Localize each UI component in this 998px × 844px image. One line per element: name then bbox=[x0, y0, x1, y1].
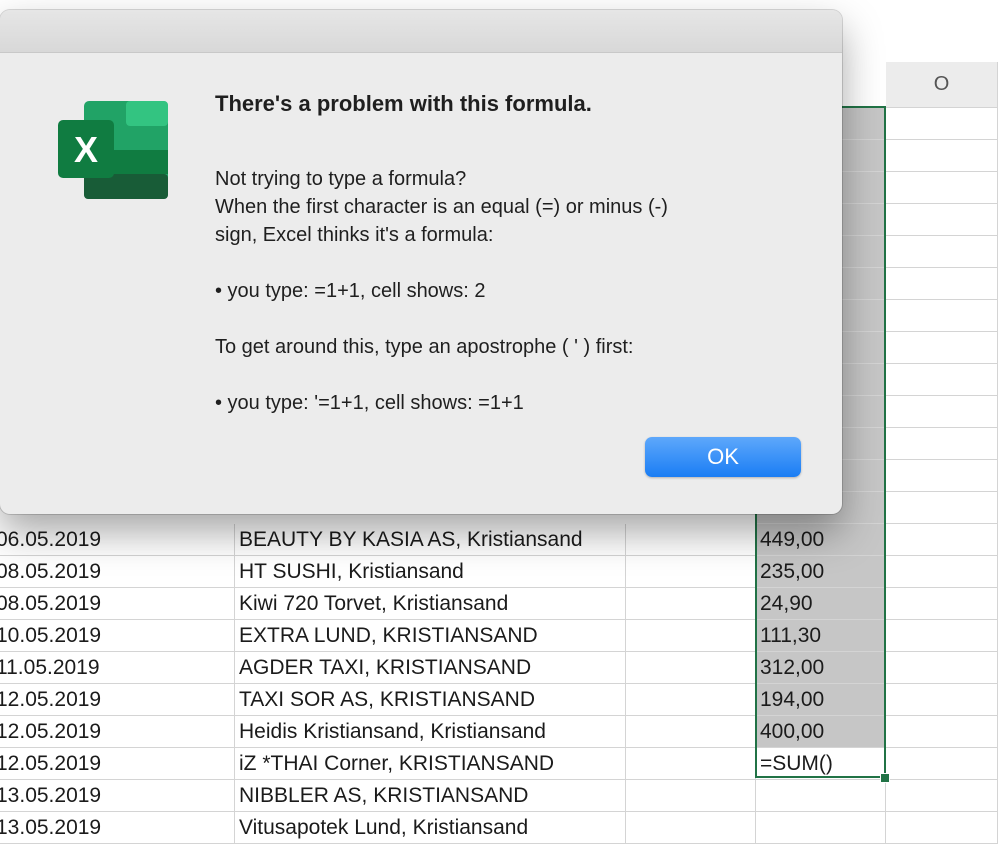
empty-cell[interactable] bbox=[626, 588, 756, 620]
fill-handle[interactable] bbox=[880, 773, 890, 783]
empty-cell[interactable] bbox=[886, 332, 998, 364]
empty-cell[interactable] bbox=[886, 780, 998, 812]
amount-cell[interactable]: 235,00 bbox=[756, 556, 886, 588]
empty-cell[interactable] bbox=[886, 588, 998, 620]
date-cell[interactable]: 08.05.2019 bbox=[0, 556, 235, 588]
description-cell[interactable]: BEAUTY BY KASIA AS, Kristiansand bbox=[235, 524, 626, 556]
excel-icon-letter: X bbox=[74, 129, 98, 170]
table-row: 08.05.2019 Kiwi 720 Torvet, Kristiansand… bbox=[0, 588, 998, 620]
empty-cell[interactable] bbox=[886, 108, 998, 140]
empty-cell[interactable] bbox=[886, 364, 998, 396]
empty-cell[interactable] bbox=[626, 812, 756, 844]
empty-cell[interactable] bbox=[886, 396, 998, 428]
excel-app-icon: X bbox=[58, 101, 168, 199]
empty-cell[interactable] bbox=[626, 524, 756, 556]
empty-cell[interactable] bbox=[626, 780, 756, 812]
empty-cell[interactable] bbox=[886, 300, 998, 332]
table-row: 12.05.2019 Heidis Kristiansand, Kristian… bbox=[0, 716, 998, 748]
table-row: 06.05.2019 BEAUTY BY KASIA AS, Kristians… bbox=[0, 524, 998, 556]
dialog-message-line: To get around this, type an apostrophe (… bbox=[215, 336, 634, 358]
amount-cell[interactable]: 312,00 bbox=[756, 652, 886, 684]
dialog-message-line: Not trying to type a formula? bbox=[215, 168, 467, 190]
formula-cell-active[interactable]: =SUM() bbox=[756, 748, 886, 780]
dialog-title: There's a problem with this formula. bbox=[215, 91, 592, 116]
dialog-titlebar[interactable] bbox=[0, 10, 842, 53]
dialog-message-line: sign, Excel thinks it's a formula: bbox=[215, 224, 494, 246]
column-header-o[interactable]: O bbox=[886, 62, 998, 108]
description-cell[interactable]: Kiwi 720 Torvet, Kristiansand bbox=[235, 588, 626, 620]
amount-cell[interactable]: 111,30 bbox=[756, 620, 886, 652]
amount-cell[interactable]: 194,00 bbox=[756, 684, 886, 716]
dialog-message-line: When the first character is an equal (=)… bbox=[215, 196, 668, 218]
empty-cell[interactable] bbox=[886, 268, 998, 300]
amount-cell[interactable] bbox=[756, 780, 886, 812]
empty-cell[interactable] bbox=[886, 492, 998, 524]
empty-cell[interactable] bbox=[886, 652, 998, 684]
date-cell[interactable]: 12.05.2019 bbox=[0, 748, 235, 780]
table-row: 08.05.2019 HT SUSHI, Kristiansand 235,00 bbox=[0, 556, 998, 588]
empty-cell[interactable] bbox=[886, 428, 998, 460]
empty-cell[interactable] bbox=[626, 652, 756, 684]
date-cell[interactable]: 12.05.2019 bbox=[0, 716, 235, 748]
empty-cell[interactable] bbox=[886, 172, 998, 204]
ok-button[interactable]: OK bbox=[645, 437, 801, 477]
description-cell[interactable]: AGDER TAXI, KRISTIANSAND bbox=[235, 652, 626, 684]
empty-cell[interactable] bbox=[626, 716, 756, 748]
empty-cell[interactable] bbox=[886, 716, 998, 748]
empty-cell[interactable] bbox=[886, 556, 998, 588]
empty-cell[interactable] bbox=[626, 684, 756, 716]
table-row: 13.05.2019 NIBBLER AS, KRISTIANSAND bbox=[0, 780, 998, 812]
empty-cell[interactable] bbox=[886, 684, 998, 716]
empty-cell[interactable] bbox=[626, 556, 756, 588]
table-row: 12.05.2019 TAXI SOR AS, KRISTIANSAND 194… bbox=[0, 684, 998, 716]
formula-error-dialog: X There's a problem with this formula. N… bbox=[0, 10, 842, 514]
empty-cell[interactable] bbox=[886, 812, 998, 844]
dialog-example-line: • you type: =1+1, cell shows: 2 bbox=[215, 280, 486, 302]
empty-cell[interactable] bbox=[886, 620, 998, 652]
description-cell[interactable]: NIBBLER AS, KRISTIANSAND bbox=[235, 780, 626, 812]
description-cell[interactable]: iZ *THAI Corner, KRISTIANSAND bbox=[235, 748, 626, 780]
date-cell[interactable]: 11.05.2019 bbox=[0, 652, 235, 684]
table-row: 10.05.2019 EXTRA LUND, KRISTIANSAND 111,… bbox=[0, 620, 998, 652]
date-cell[interactable]: 06.05.2019 bbox=[0, 524, 235, 556]
date-cell[interactable]: 12.05.2019 bbox=[0, 684, 235, 716]
description-cell[interactable]: Heidis Kristiansand, Kristiansand bbox=[235, 716, 626, 748]
empty-cell[interactable] bbox=[886, 748, 998, 780]
description-cell[interactable]: TAXI SOR AS, KRISTIANSAND bbox=[235, 684, 626, 716]
date-cell[interactable]: 13.05.2019 bbox=[0, 812, 235, 844]
date-cell[interactable]: 13.05.2019 bbox=[0, 780, 235, 812]
description-cell[interactable]: HT SUSHI, Kristiansand bbox=[235, 556, 626, 588]
dialog-example-line: • you type: '=1+1, cell shows: =1+1 bbox=[215, 392, 524, 414]
table-row: 12.05.2019 iZ *THAI Corner, KRISTIANSAND… bbox=[0, 748, 998, 780]
description-cell[interactable]: EXTRA LUND, KRISTIANSAND bbox=[235, 620, 626, 652]
empty-cell[interactable] bbox=[626, 748, 756, 780]
date-cell[interactable]: 10.05.2019 bbox=[0, 620, 235, 652]
table-row: 13.05.2019 Vitusapotek Lund, Kristiansan… bbox=[0, 812, 998, 844]
empty-cell[interactable] bbox=[886, 236, 998, 268]
amount-cell[interactable]: 400,00 bbox=[756, 716, 886, 748]
empty-cell[interactable] bbox=[886, 204, 998, 236]
empty-cell[interactable] bbox=[886, 140, 998, 172]
amount-cell[interactable]: 449,00 bbox=[756, 524, 886, 556]
empty-cell[interactable] bbox=[886, 460, 998, 492]
amount-cell[interactable]: 24,90 bbox=[756, 588, 886, 620]
empty-cell[interactable] bbox=[626, 620, 756, 652]
table-row: 11.05.2019 AGDER TAXI, KRISTIANSAND 312,… bbox=[0, 652, 998, 684]
empty-cell[interactable] bbox=[886, 524, 998, 556]
description-cell[interactable]: Vitusapotek Lund, Kristiansand bbox=[235, 812, 626, 844]
amount-cell[interactable] bbox=[756, 812, 886, 844]
date-cell[interactable]: 08.05.2019 bbox=[0, 588, 235, 620]
